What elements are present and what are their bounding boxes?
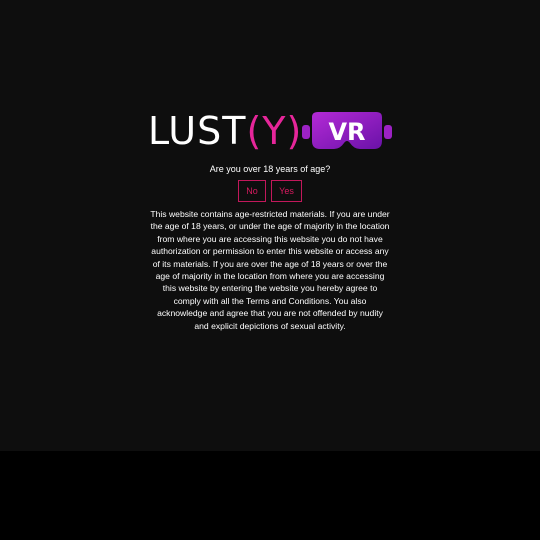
age-gate-overlay: LUST(Y) VR Are you over 18 years of age?… [0,0,540,451]
yes-button[interactable]: Yes [271,180,302,202]
vr-headset-icon: VR [302,111,392,153]
logo-paren-open: ( [246,109,263,153]
logo-brand-text: LUST [148,109,247,153]
age-question: Are you over 18 years of age? [209,164,331,174]
logo-paren-close: ) [286,109,303,153]
disclaimer-text: This website contains age-restricted mat… [150,209,390,331]
footer-area [0,451,540,540]
logo-letter: Y [262,109,287,153]
headset-text: VR [328,118,365,146]
site-logo: LUST(Y) VR [148,108,392,156]
logo-wordmark: LUST(Y) [148,108,302,156]
no-button[interactable]: No [238,180,266,202]
